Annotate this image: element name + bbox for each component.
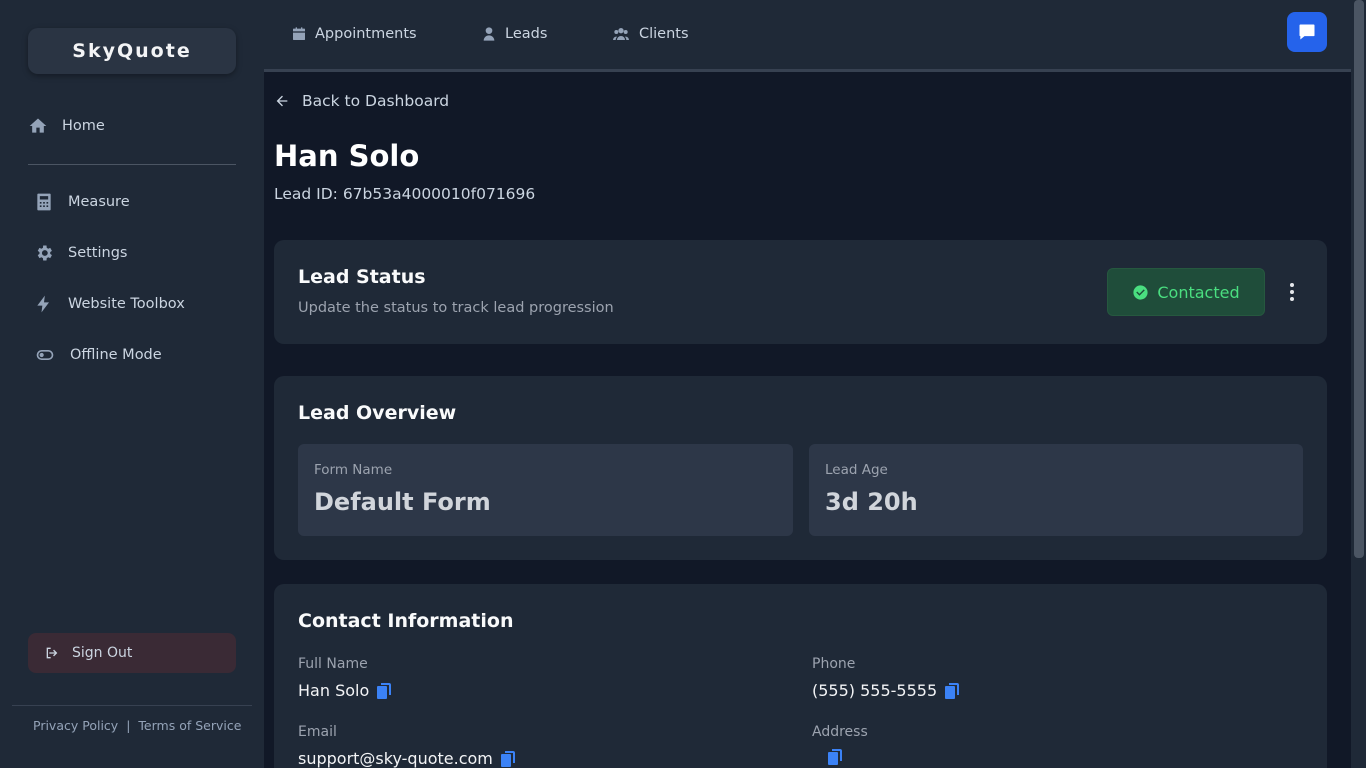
sidebar: SkyQuote Home Measure Settings Website T… xyxy=(0,0,264,768)
toggle-icon xyxy=(36,350,54,360)
full-name-value: Han Solo xyxy=(298,681,370,700)
bolt-icon xyxy=(37,295,49,313)
email-label: Email xyxy=(298,724,337,740)
sidebar-item-settings[interactable]: Settings xyxy=(34,243,127,263)
logo-text: SkyQuote xyxy=(72,40,192,62)
sidebar-item-website-toolbox[interactable]: Website Toolbox xyxy=(34,294,185,314)
address-label: Address xyxy=(812,724,868,740)
home-icon xyxy=(29,118,47,133)
phone-label: Phone xyxy=(812,656,856,672)
email-field: support@sky-quote.com xyxy=(298,749,515,768)
logo[interactable]: SkyQuote xyxy=(28,28,236,74)
page-title: Han Solo xyxy=(274,139,420,173)
footer-links: Privacy Policy | Terms of Service xyxy=(33,718,241,733)
gear-icon xyxy=(37,245,52,261)
sidebar-item-home[interactable]: Home xyxy=(28,116,105,136)
chat-icon xyxy=(1299,24,1315,40)
lead-age-label: Lead Age xyxy=(825,462,888,478)
sidebar-item-measure[interactable]: Measure xyxy=(34,192,130,212)
lead-overview-title: Lead Overview xyxy=(298,402,457,424)
tab-label: Leads xyxy=(505,26,548,42)
sign-out-label: Sign Out xyxy=(72,645,133,661)
sidebar-item-label: Home xyxy=(62,118,105,134)
lead-id: Lead ID: 67b53a4000010f071696 xyxy=(274,185,536,203)
top-nav: Appointments Leads Clients xyxy=(264,0,1351,72)
tab-appointments[interactable]: Appointments xyxy=(291,26,417,42)
status-badge[interactable]: Contacted xyxy=(1107,268,1265,316)
more-options-icon[interactable] xyxy=(1282,280,1302,304)
email-value: support@sky-quote.com xyxy=(298,749,493,768)
contact-information-card: Contact Information Full Name Han Solo P… xyxy=(274,584,1327,768)
address-field xyxy=(820,749,842,765)
user-icon xyxy=(483,27,495,41)
sign-out-button[interactable]: Sign Out xyxy=(28,633,236,673)
tab-label: Clients xyxy=(639,26,689,42)
full-name-field: Han Solo xyxy=(298,681,392,700)
phone-field: (555) 555-5555 xyxy=(812,681,960,700)
lead-status-subtitle: Update the status to track lead progress… xyxy=(298,300,614,316)
lead-age-value: 3d 20h xyxy=(825,488,918,516)
copy-icon[interactable] xyxy=(945,682,960,699)
sidebar-item-label: Offline Mode xyxy=(70,347,162,363)
lead-status-card: Lead Status Update the status to track l… xyxy=(274,240,1327,344)
form-name-stat: Form Name Default Form xyxy=(298,444,793,536)
form-name-label: Form Name xyxy=(314,462,393,478)
lead-age-stat: Lead Age 3d 20h xyxy=(809,444,1303,536)
full-name-label: Full Name xyxy=(298,656,368,672)
tab-clients[interactable]: Clients xyxy=(611,26,689,42)
scrollbar-thumb[interactable] xyxy=(1354,0,1364,558)
phone-value: (555) 555-5555 xyxy=(812,681,938,700)
lead-status-title: Lead Status xyxy=(298,266,426,288)
page-scrollbar[interactable] xyxy=(1351,0,1366,768)
copy-icon[interactable] xyxy=(500,750,515,767)
copy-icon[interactable] xyxy=(377,682,392,699)
chat-button[interactable] xyxy=(1287,12,1327,52)
arrow-left-icon xyxy=(276,95,288,107)
sidebar-item-label: Measure xyxy=(68,194,130,210)
calculator-icon xyxy=(37,193,51,211)
copy-icon[interactable] xyxy=(828,749,842,765)
privacy-policy-link[interactable]: Privacy Policy xyxy=(33,718,118,733)
sidebar-item-label: Settings xyxy=(68,245,128,261)
check-circle-icon xyxy=(1133,284,1148,300)
back-to-dashboard-link[interactable]: Back to Dashboard xyxy=(274,92,449,110)
footer-separator: | xyxy=(126,718,131,733)
status-label: Contacted xyxy=(1157,282,1240,302)
sign-out-icon xyxy=(46,647,58,659)
sidebar-item-offline-mode[interactable]: Offline Mode xyxy=(34,345,162,365)
form-name-value: Default Form xyxy=(314,488,491,516)
contact-information-title: Contact Information xyxy=(298,610,514,632)
back-label: Back to Dashboard xyxy=(302,92,450,110)
tab-leads[interactable]: Leads xyxy=(481,26,547,42)
tab-label: Appointments xyxy=(315,26,417,42)
footer-divider xyxy=(12,705,252,706)
sidebar-item-label: Website Toolbox xyxy=(68,296,185,312)
lead-overview-card: Lead Overview Form Name Default Form Lea… xyxy=(274,376,1327,560)
calendar-icon xyxy=(293,27,305,40)
terms-of-service-link[interactable]: Terms of Service xyxy=(138,718,241,733)
sidebar-divider xyxy=(28,164,236,165)
users-icon xyxy=(613,28,629,40)
